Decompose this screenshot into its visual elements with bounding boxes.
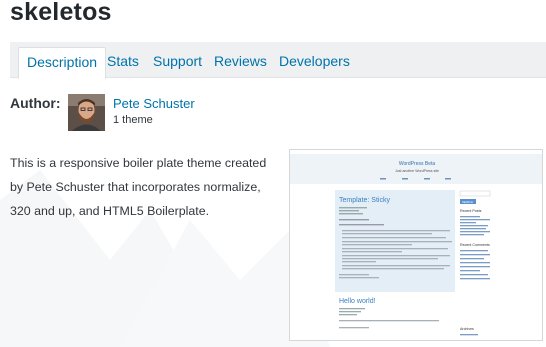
screenshot-search-label: SEARCH [462, 200, 473, 204]
tab-reviews[interactable]: Reviews [206, 47, 275, 79]
screenshot-preview: WordPress Beta Just another WordPress si… [290, 150, 542, 340]
screenshot-recent-posts: Recent Posts [460, 209, 482, 213]
theme-page: skeletos Description Stats Support Revie… [0, 0, 546, 347]
tab-developers[interactable]: Developers [271, 47, 358, 79]
screenshot-tagline: Just another WordPress site [395, 169, 439, 173]
tab-bar: Description Stats Support Reviews Develo… [10, 42, 546, 79]
tab-stats[interactable]: Stats [99, 47, 147, 79]
avatar[interactable] [68, 94, 105, 131]
author-name-link[interactable]: Pete Schuster [113, 96, 195, 111]
tab-support[interactable]: Support [145, 47, 210, 79]
screenshot-post1-title: Template: Sticky [339, 197, 390, 204]
screenshot-site-title: WordPress Beta [399, 161, 436, 167]
author-label: Author: [10, 95, 61, 111]
theme-screenshot[interactable]: WordPress Beta Just another WordPress si… [289, 149, 543, 341]
author-theme-count: 1 theme [113, 114, 153, 126]
screenshot-post2-title: Hello world! [339, 298, 376, 305]
screenshot-recent-comments: Recent Comments [460, 243, 490, 247]
page-title: skeletos [10, 0, 112, 26]
screenshot-archives: Archives [460, 327, 474, 331]
theme-description: This is a responsive boiler plate theme … [10, 156, 267, 218]
author-photo [68, 94, 105, 131]
tab-description[interactable]: Description [18, 47, 107, 79]
